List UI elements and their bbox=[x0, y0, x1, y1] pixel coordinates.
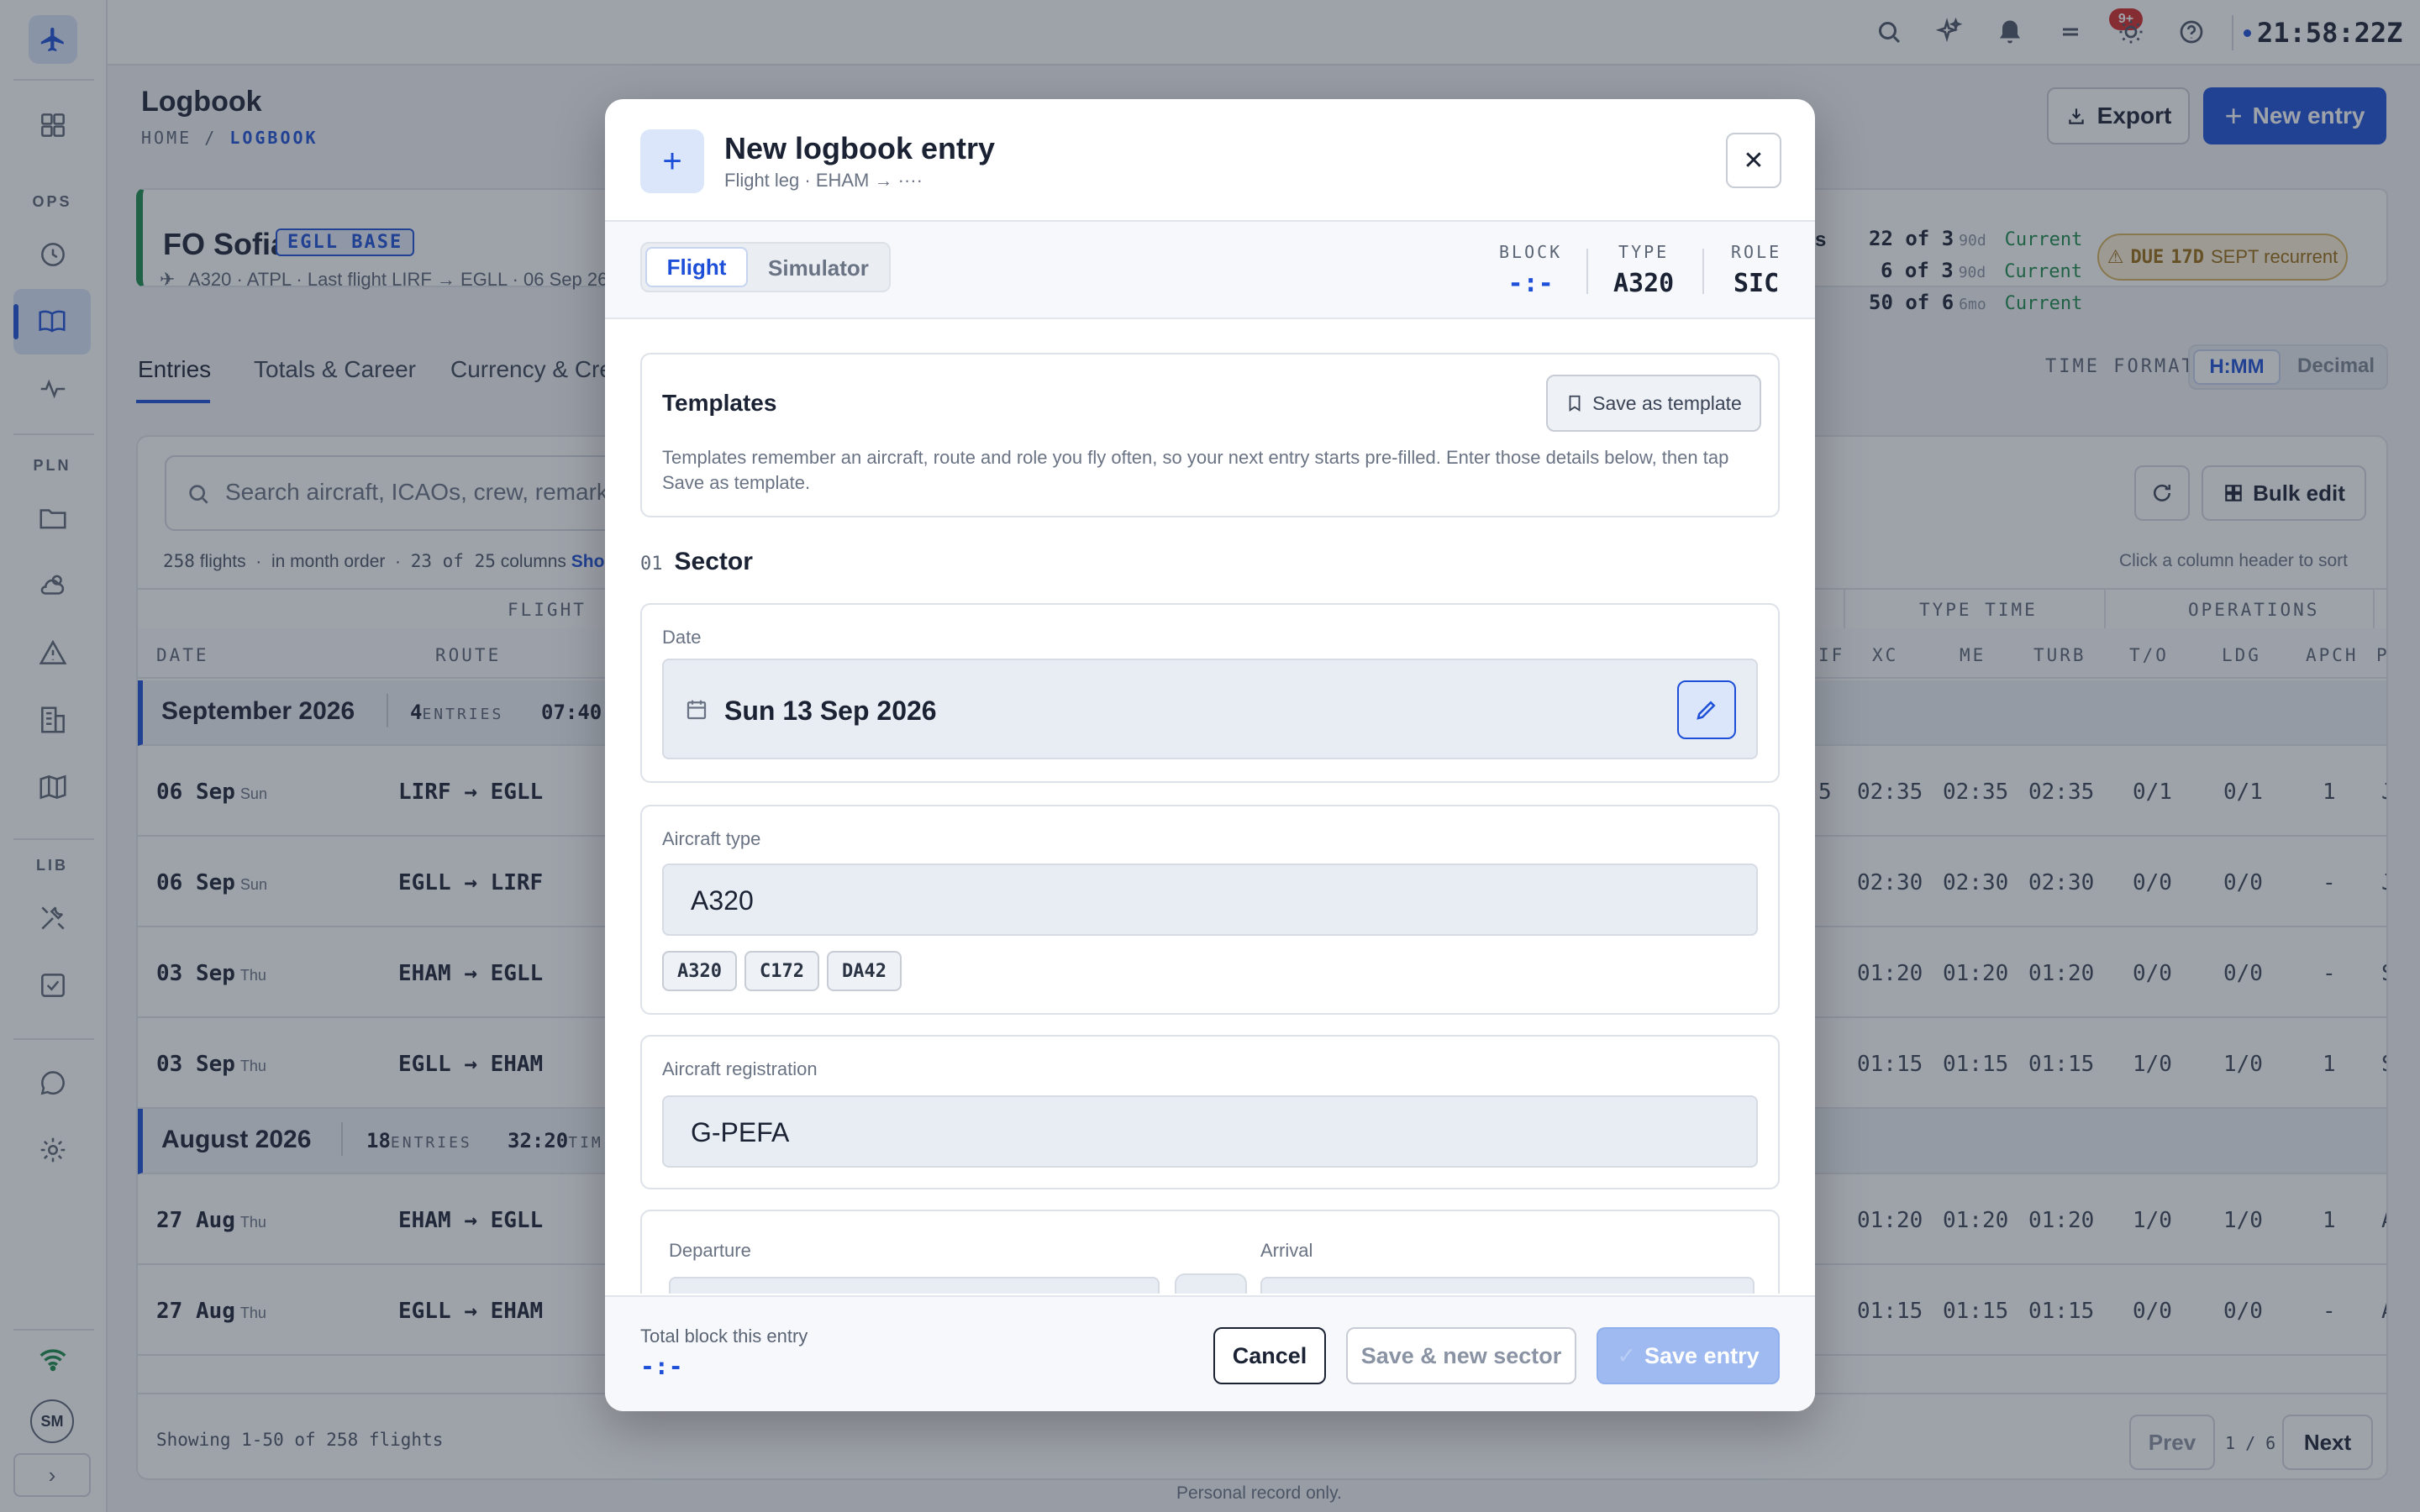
save-and-new-sector-button[interactable]: Save & new sector bbox=[1346, 1327, 1576, 1384]
modal-footer: Total block this entry -:- Cancel Save &… bbox=[605, 1295, 1815, 1411]
type-chip-a320[interactable]: A320 bbox=[662, 951, 737, 991]
save-entry-button[interactable]: ✓ Save entry bbox=[1597, 1327, 1780, 1384]
departure-input[interactable] bbox=[669, 1277, 1160, 1294]
date-card: Date Sun 13 Sep 2026 bbox=[640, 603, 1780, 783]
aircraft-type-card: Aircraft type A320 A320 C172 DA42 bbox=[640, 805, 1780, 1015]
plus-icon: + bbox=[640, 129, 704, 193]
templates-title: Templates bbox=[662, 390, 777, 416]
mode-simulator[interactable]: Simulator bbox=[768, 255, 869, 281]
edit-pencil-icon[interactable] bbox=[1677, 680, 1736, 739]
block-stat: BLOCK -:- bbox=[1499, 242, 1563, 298]
registration-input[interactable]: G-PEFA bbox=[662, 1095, 1758, 1168]
departure-label: Departure bbox=[669, 1240, 751, 1261]
modal-summary-bar: Flight Simulator BLOCK -:- TYPE A320 ROL… bbox=[605, 220, 1815, 319]
section-heading: 01 Sector bbox=[640, 548, 753, 575]
registration-card: Aircraft registration G-PEFA bbox=[640, 1035, 1780, 1189]
date-label: Date bbox=[662, 627, 702, 648]
entry-mode-toggle: Flight Simulator bbox=[640, 242, 891, 292]
arrival-label: Arrival bbox=[1260, 1240, 1313, 1261]
new-entry-modal: + New logbook entry Flight leg · EHAM → … bbox=[605, 99, 1815, 1411]
arrival-input[interactable] bbox=[1260, 1277, 1754, 1294]
type-chip-da42[interactable]: DA42 bbox=[827, 951, 902, 991]
role-stat: ROLE SIC bbox=[1731, 242, 1782, 298]
close-icon[interactable]: ✕ bbox=[1726, 133, 1781, 188]
type-stat: TYPE A320 bbox=[1613, 242, 1675, 298]
check-icon: ✓ bbox=[1617, 1342, 1637, 1368]
calendar-icon bbox=[687, 700, 707, 720]
mode-flight[interactable]: Flight bbox=[645, 247, 748, 287]
registration-label: Aircraft registration bbox=[662, 1058, 818, 1079]
cancel-button[interactable]: Cancel bbox=[1213, 1327, 1326, 1384]
date-field[interactable]: Sun 13 Sep 2026 bbox=[662, 659, 1758, 759]
templates-description: Templates remember an aircraft, route an… bbox=[662, 447, 1729, 493]
modal-subtitle: Flight leg · EHAM → ···· bbox=[724, 170, 923, 191]
total-block-label: Total block this entry bbox=[640, 1326, 808, 1347]
type-chip-c172[interactable]: C172 bbox=[744, 951, 819, 991]
templates-card: Templates Save as template Templates rem… bbox=[640, 353, 1780, 517]
route-card: Departure Arrival bbox=[640, 1210, 1780, 1294]
aircraft-type-input[interactable]: A320 bbox=[662, 864, 1758, 936]
modal-body: Templates Save as template Templates rem… bbox=[605, 319, 1815, 1294]
bookmark-icon bbox=[1569, 395, 1581, 412]
total-block-value: -:- bbox=[640, 1352, 683, 1380]
save-as-template-button[interactable]: Save as template bbox=[1546, 375, 1761, 432]
aircraft-type-label: Aircraft type bbox=[662, 828, 761, 849]
swap-route-button[interactable] bbox=[1175, 1273, 1247, 1294]
modal-title: New logbook entry bbox=[724, 131, 996, 165]
